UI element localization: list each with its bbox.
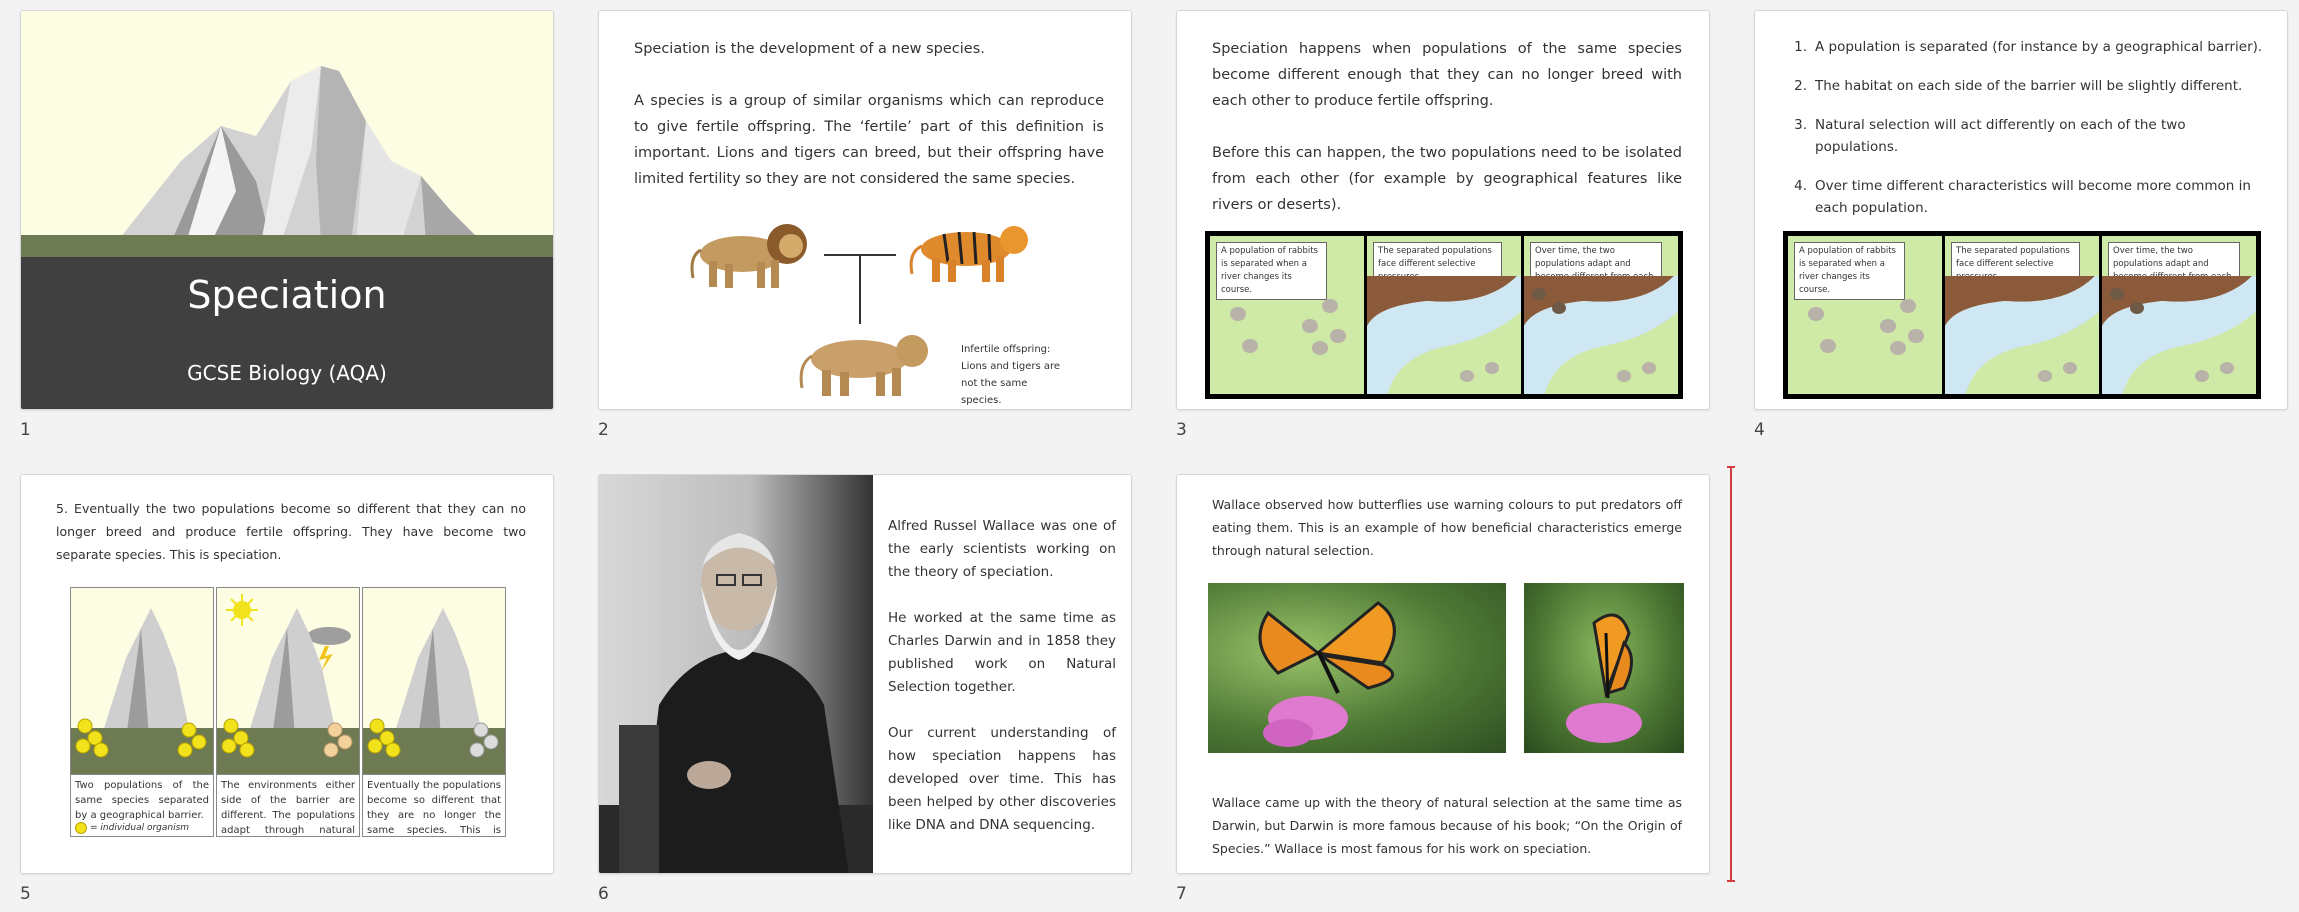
mountain-illustration <box>363 608 505 778</box>
slide-bottom-text: Wallace came up with the theory of natur… <box>1212 795 1682 856</box>
caption-line: Infertile offspring: <box>961 344 1051 355</box>
list-text: Over time different characteristics will… <box>1815 178 2251 216</box>
liger-illustration <box>799 335 928 396</box>
slide-number: 3 <box>1176 420 1187 440</box>
comic-panel: Over time, the two populations adapt and… <box>1524 236 1678 394</box>
slide-top-text: Wallace observed how butterflies use war… <box>1212 497 1682 558</box>
legend-label: = individual organism <box>90 823 190 833</box>
slide-number: 1 <box>20 420 31 440</box>
rabbits-icon <box>1230 299 1346 355</box>
slide-number: 5 <box>20 884 31 904</box>
comic-panel: A population of rabbits is separated whe… <box>1210 236 1364 394</box>
comic-panel: A population of rabbits is separated whe… <box>1788 236 1942 394</box>
diagram-panel: Eventually the populations become so dif… <box>362 587 506 837</box>
slide-thumbnail-1[interactable]: Speciation GCSE Biology (AQA) <box>20 10 554 410</box>
list-text: A population is separated (for instance … <box>1815 39 2263 55</box>
insertion-marker <box>1727 466 1735 882</box>
diagram-caption: The environments either side of the barr… <box>217 774 359 836</box>
tiger-illustration <box>909 226 1028 282</box>
slide-body: Speciation happens when populations of t… <box>1212 36 1682 218</box>
mountain-illustration <box>71 608 213 778</box>
list-item: 2. The habitat on each side of the barrie… <box>1783 75 2263 97</box>
butterfly-icon <box>1566 613 1642 743</box>
comic-strip: A population of rabbits is separated whe… <box>1783 231 2261 399</box>
slide-number: 7 <box>1176 884 1187 904</box>
list-item: 3. Natural selection will act differently… <box>1783 114 2263 158</box>
diagram-caption: Eventually the populations become so dif… <box>363 774 505 836</box>
speciation-diagram: Two populations of the same species sepa… <box>70 587 506 837</box>
list-text: Natural selection will act differently o… <box>1815 117 2186 155</box>
slide-body: 5. Eventually the two populations become… <box>56 501 526 562</box>
sun-icon <box>226 594 258 626</box>
comic-panel: Over time, the two populations adapt and… <box>2102 236 2256 394</box>
butterfly-photo <box>1208 583 1506 753</box>
list-number: 3. <box>1794 117 1807 133</box>
legend: = individual organism <box>75 822 189 834</box>
paragraph: Speciation happens when populations of t… <box>1212 41 1682 109</box>
slide-thumbnail-6[interactable]: Alfred Russel Wallace was one of the ear… <box>598 474 1132 874</box>
ground-strip <box>21 235 553 257</box>
portrait-photo <box>599 475 873 873</box>
list-number: 1. <box>1794 39 1807 55</box>
offspring-caption: Infertile offspring: Lions and tigers ar… <box>961 341 1071 409</box>
list-item: 1. A population is separated (for instanc… <box>1783 36 2263 58</box>
paragraph: Our current understanding of how speciat… <box>888 725 1116 833</box>
river-illustration <box>1945 276 2099 394</box>
slide-thumbnail-5[interactable]: 5. Eventually the two populations become… <box>20 474 554 874</box>
list-item: 4. Over time different characteristics wi… <box>1783 175 2263 219</box>
slide-thumbnail-4[interactable]: 1. A population is separated (for instanc… <box>1754 10 2288 410</box>
river-illustration <box>1524 276 1678 394</box>
diagram-panel: Two populations of the same species sepa… <box>70 587 214 837</box>
paragraph: Alfred Russel Wallace was one of the ear… <box>888 518 1116 580</box>
slide-body: Alfred Russel Wallace was one of the ear… <box>888 515 1116 837</box>
cross-line-vertical <box>859 254 861 324</box>
slide-title: Speciation <box>187 273 387 317</box>
slide-thumbnail-3[interactable]: Speciation happens when populations of t… <box>1176 10 1710 410</box>
paragraph: Speciation is the development of a new s… <box>634 41 985 57</box>
rabbits-icon <box>1808 299 1924 355</box>
river-illustration <box>2102 276 2256 394</box>
diagram-panel: The environments either side of the barr… <box>216 587 360 837</box>
river-illustration <box>1367 276 1521 394</box>
slide-subtitle: GCSE Biology (AQA) <box>187 361 387 385</box>
slide-body: Speciation is the development of a new s… <box>634 36 1104 192</box>
butterfly-photo <box>1524 583 1684 753</box>
mountain-illustration <box>116 66 483 243</box>
paragraph: He worked at the same time as Charles Da… <box>888 610 1116 695</box>
list-text: The habitat on each side of the barrier … <box>1815 78 2243 94</box>
slide-thumbnail-2[interactable]: Speciation is the development of a new s… <box>598 10 1132 410</box>
slide-thumbnail-7[interactable]: Wallace observed how butterflies use war… <box>1176 474 1710 874</box>
wallace-portrait <box>599 533 873 873</box>
lion-illustration <box>690 224 807 288</box>
butterfly-icon <box>1258 601 1396 747</box>
slide-number: 2 <box>598 420 609 440</box>
caption-line: Lions and tigers are <box>961 361 1061 372</box>
organism-icon <box>75 822 87 834</box>
paragraph: Before this can happen, the two populati… <box>1212 145 1682 213</box>
list-number: 2. <box>1794 78 1807 94</box>
comic-strip: A population of rabbits is separated whe… <box>1205 231 1683 399</box>
slide-number: 4 <box>1754 420 1765 440</box>
slide-number: 6 <box>598 884 609 904</box>
comic-panel: The separated populations face different… <box>1367 236 1521 394</box>
list-number: 4. <box>1794 178 1807 194</box>
paragraph: A species is a group of similar organism… <box>634 93 1104 187</box>
caption-line: not the same species. <box>961 378 1028 406</box>
mountain-illustration <box>217 594 359 778</box>
numbered-list: 1. A population is separated (for instanc… <box>1783 36 2263 236</box>
comic-panel: The separated populations face different… <box>1945 236 2099 394</box>
